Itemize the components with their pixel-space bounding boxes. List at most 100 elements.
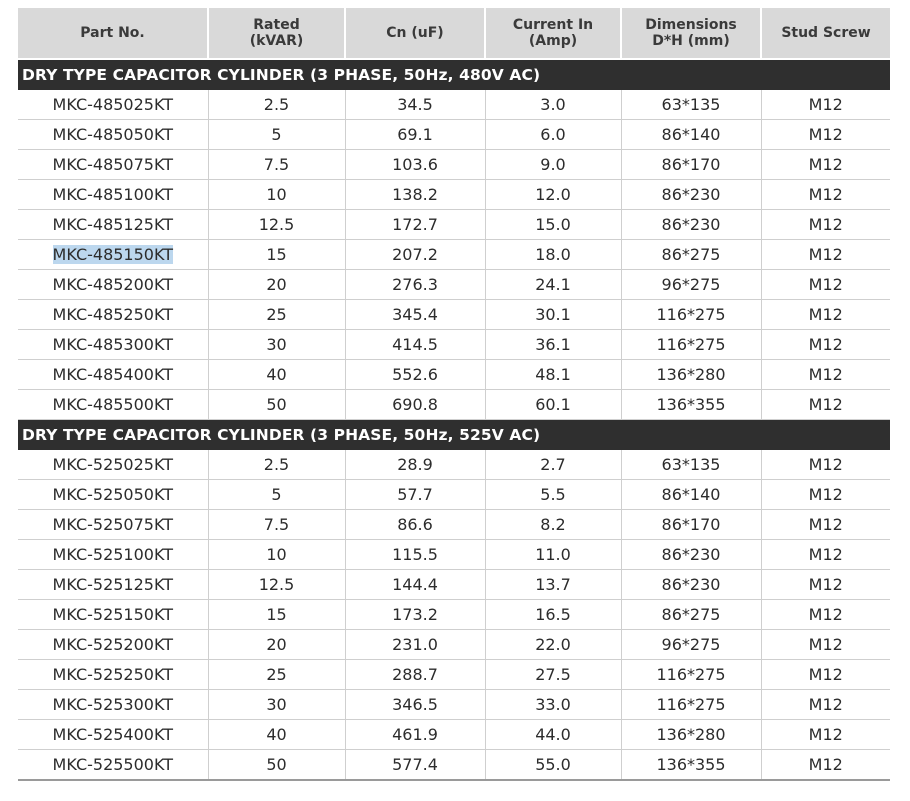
stud-screw-cell: M12 <box>760 509 890 540</box>
part-no-cell: MKC-485250KT <box>18 299 208 330</box>
rated-kvar-cell: 5 <box>207 119 345 150</box>
current-cell: 3.0 <box>484 90 621 120</box>
stud-screw-cell: M12 <box>760 450 890 480</box>
current-cell: 6.0 <box>484 119 621 150</box>
table-row: MKC-485300KT 30 414.5 36.1 116*275 M12 <box>18 329 890 360</box>
table-row: MKC-525025KT 2.5 28.9 2.7 63*135 M12 <box>18 450 890 480</box>
table-row: MKC-525050KT 5 57.7 5.5 86*140 M12 <box>18 479 890 510</box>
stud-screw-cell: M12 <box>760 329 890 360</box>
stud-screw-cell: M12 <box>760 389 890 420</box>
dimensions-cell: 116*275 <box>620 299 761 330</box>
part-no-cell: MKC-485200KT <box>18 269 208 300</box>
table-row: MKC-485400KT 40 552.6 48.1 136*280 M12 <box>18 359 890 390</box>
capacitance-cell: 103.6 <box>344 149 485 180</box>
capacitance-cell: 345.4 <box>344 299 485 330</box>
stud-screw-cell: M12 <box>760 569 890 600</box>
stud-screw-cell: M12 <box>760 119 890 150</box>
dimensions-cell: 116*275 <box>620 329 761 360</box>
capacitance-cell: 172.7 <box>344 209 485 240</box>
table-row: MKC-485200KT 20 276.3 24.1 96*275 M12 <box>18 269 890 300</box>
dimensions-cell: 136*280 <box>620 719 761 750</box>
part-no-cell: MKC-525100KT <box>18 539 208 570</box>
stud-screw-cell: M12 <box>760 749 890 781</box>
dimensions-cell: 96*275 <box>620 269 761 300</box>
rated-kvar-cell: 30 <box>207 689 345 720</box>
part-no-cell: MKC-525250KT <box>18 659 208 690</box>
part-no-cell: MKC-525500KT <box>18 749 208 781</box>
dimensions-cell: 86*275 <box>620 599 761 630</box>
rated-kvar-cell: 10 <box>207 179 345 210</box>
current-cell: 44.0 <box>484 719 621 750</box>
table-row: MKC-525200KT 20 231.0 22.0 96*275 M12 <box>18 629 890 660</box>
capacitance-cell: 69.1 <box>344 119 485 150</box>
table-row: MKC-525075KT 7.5 86.6 8.2 86*170 M12 <box>18 509 890 540</box>
header-part-no: Part No. <box>18 8 208 60</box>
rated-kvar-cell: 30 <box>207 329 345 360</box>
stud-screw-cell: M12 <box>760 149 890 180</box>
rated-kvar-cell: 5 <box>207 479 345 510</box>
capacitance-cell: 231.0 <box>344 629 485 660</box>
part-no-cell: MKC-485125KT <box>18 209 208 240</box>
table-row: MKC-485500KT 50 690.8 60.1 136*355 M12 <box>18 389 890 420</box>
header-current-line1: Current In <box>512 17 594 33</box>
stud-screw-cell: M12 <box>760 269 890 300</box>
table-row: MKC-485150KT 15 207.2 18.0 86*275 M12 <box>18 239 890 270</box>
header-dimensions-line2: D*H (mm) <box>652 33 730 49</box>
current-cell: 24.1 <box>484 269 621 300</box>
current-cell: 36.1 <box>484 329 621 360</box>
rated-kvar-cell: 20 <box>207 269 345 300</box>
capacitance-cell: 414.5 <box>344 329 485 360</box>
stud-screw-cell: M12 <box>760 719 890 750</box>
part-no-cell: MKC-525025KT <box>18 450 208 480</box>
rated-kvar-cell: 15 <box>207 239 345 270</box>
header-rated: Rated (kVAR) <box>207 8 345 60</box>
rated-kvar-cell: 10 <box>207 539 345 570</box>
header-cn: Cn (uF) <box>344 8 485 60</box>
table-header: Part No. Rated (kVAR) Cn (uF) Current In (… <box>18 8 890 60</box>
capacitance-cell: 577.4 <box>344 749 485 781</box>
header-row: Part No. Rated (kVAR) Cn (uF) Current In (… <box>18 8 890 60</box>
dimensions-cell: 86*230 <box>620 179 761 210</box>
header-rated-line2: (kVAR) <box>249 33 304 49</box>
dimensions-cell: 86*230 <box>620 539 761 570</box>
dimensions-cell: 86*230 <box>620 209 761 240</box>
rated-kvar-cell: 20 <box>207 629 345 660</box>
dimensions-cell: 116*275 <box>620 659 761 690</box>
table-row: MKC-485125KT 12.5 172.7 15.0 86*230 M12 <box>18 209 890 240</box>
current-cell: 12.0 <box>484 179 621 210</box>
current-cell: 27.5 <box>484 659 621 690</box>
dimensions-cell: 136*355 <box>620 389 761 420</box>
table-row: MKC-485250KT 25 345.4 30.1 116*275 M12 <box>18 299 890 330</box>
stud-screw-cell: M12 <box>760 629 890 660</box>
selected-text-highlight[interactable]: MKC-485150KT <box>52 245 173 264</box>
current-cell: 5.5 <box>484 479 621 510</box>
current-cell: 16.5 <box>484 599 621 630</box>
capacitance-cell: 144.4 <box>344 569 485 600</box>
rated-kvar-cell: 50 <box>207 389 345 420</box>
header-dimensions: Dimensions D*H (mm) <box>620 8 761 60</box>
table-body: DRY TYPE CAPACITOR CYLINDER (3 PHASE, 50… <box>18 59 890 781</box>
dimensions-cell: 86*170 <box>620 509 761 540</box>
dimensions-cell: 136*355 <box>620 749 761 781</box>
capacitance-cell: 28.9 <box>344 450 485 480</box>
stud-screw-cell: M12 <box>760 299 890 330</box>
header-dimensions-line1: Dimensions <box>645 17 737 33</box>
part-no-cell: MKC-525300KT <box>18 689 208 720</box>
capacitance-cell: 690.8 <box>344 389 485 420</box>
dimensions-cell: 86*140 <box>620 479 761 510</box>
stud-screw-cell: M12 <box>760 179 890 210</box>
capacitor-spec-sheet: Part No. Rated (kVAR) Cn (uF) Current In (… <box>18 8 890 781</box>
rated-kvar-cell: 2.5 <box>207 450 345 480</box>
section-header-row: DRY TYPE CAPACITOR CYLINDER (3 PHASE, 50… <box>18 419 890 450</box>
rated-kvar-cell: 7.5 <box>207 509 345 540</box>
stud-screw-cell: M12 <box>760 599 890 630</box>
dimensions-cell: 86*140 <box>620 119 761 150</box>
section-header-row: DRY TYPE CAPACITOR CYLINDER (3 PHASE, 50… <box>18 59 890 90</box>
dimensions-cell: 136*280 <box>620 359 761 390</box>
rated-kvar-cell: 7.5 <box>207 149 345 180</box>
current-cell: 30.1 <box>484 299 621 330</box>
rated-kvar-cell: 50 <box>207 749 345 781</box>
rated-kvar-cell: 12.5 <box>207 209 345 240</box>
header-stud-screw: Stud Screw <box>760 8 890 60</box>
part-no-cell: MKC-485150KT <box>18 239 208 270</box>
